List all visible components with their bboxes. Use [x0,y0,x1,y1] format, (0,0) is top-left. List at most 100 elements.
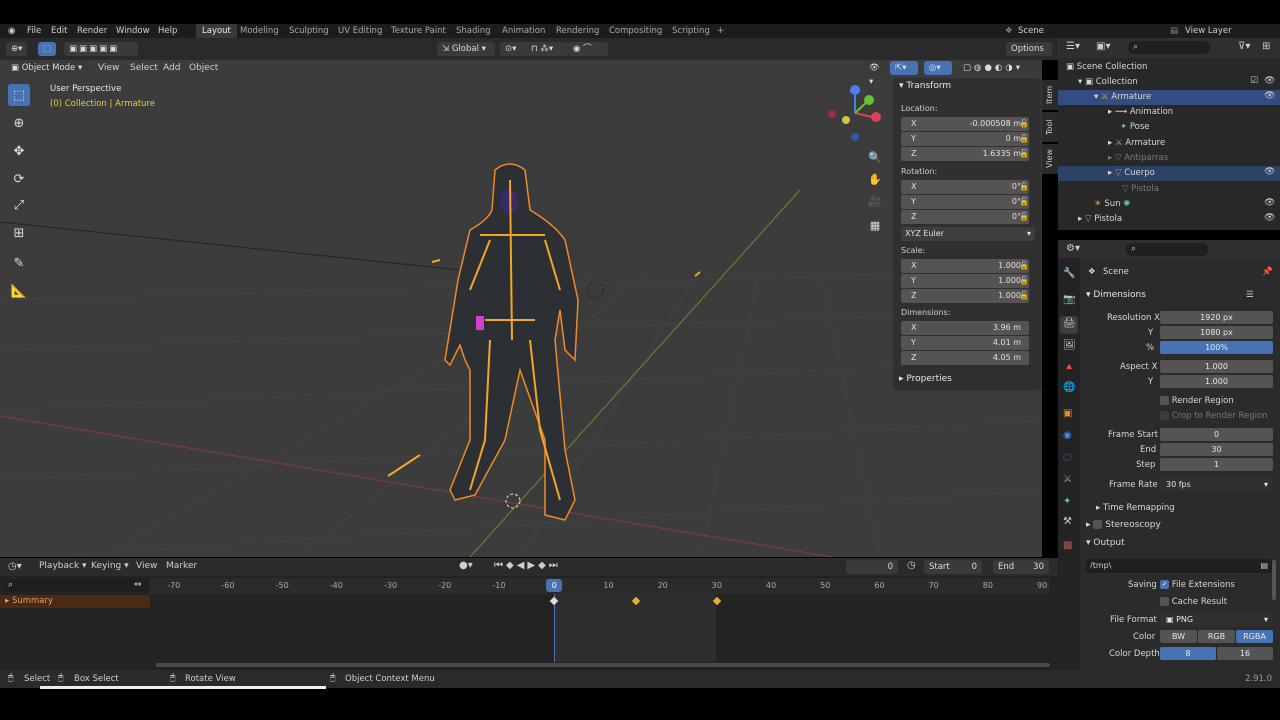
location-z-field[interactable]: Z 1.6335 m [901,147,1029,161]
timeline-editor-icon[interactable]: ◷▾ [8,561,22,572]
outliner-item-pistola[interactable]: ▸ ▽ Pistola [1078,212,1122,227]
workspace-tab-animation[interactable]: Animation [502,24,545,38]
cache-result-checkbox[interactable]: Cache Result [1160,597,1227,607]
ortho-grid-icon[interactable]: ▦ [864,214,886,236]
select-mode-icons[interactable]: ▣▣▣▣▣ [64,42,138,56]
object-tab-icon[interactable]: ▣ [1063,408,1072,419]
frame-rate-dropdown[interactable]: 30 fps ▾ [1160,478,1273,491]
side-tab-item[interactable]: Item [1042,80,1058,110]
color-rgba-button[interactable]: RGBA [1236,630,1273,643]
location-x-field[interactable]: X -0.000508 m [901,117,1029,131]
outliner-item-armature-data[interactable]: ▸ ⚔ Armature [1108,136,1165,151]
rotation-z-field[interactable]: Z 0° [901,210,1029,224]
outliner-item-sun[interactable]: ☀ Sun ✺ [1094,197,1130,212]
eye-icon[interactable]: 👁 [1264,91,1275,101]
tool-tab-icon[interactable]: 🔧 [1063,268,1075,279]
properties-scrollbar[interactable] [1272,560,1276,600]
navigation-gizmo[interactable] [824,82,886,144]
workspace-tab-layout[interactable]: Layout [196,24,237,38]
render-region-checkbox[interactable]: Render Region [1160,396,1234,406]
start-frame-field[interactable]: Start 0 [924,560,982,574]
properties-editor-icon[interactable]: ⚙▾ [1066,243,1080,254]
select-tool-icon[interactable]: ⬚ [38,42,57,56]
texture-tab-icon[interactable]: ▩ [1063,540,1072,551]
scene-tab-icon[interactable]: 🔺 [1063,362,1075,373]
output-panel-header[interactable]: ▾ Output [1086,538,1125,548]
overlay-toggle-icon[interactable]: ◎▾ [924,61,952,75]
outliner-item-armature-selected[interactable]: ▾ ⚔ Armature [1058,90,1280,105]
zoom-icon[interactable]: 🔍 [864,146,886,168]
lock-icon[interactable]: 🔓 [1019,149,1029,159]
workspace-tab-rendering[interactable]: Rendering [556,24,599,38]
physics-tab-icon[interactable]: ◌ [1063,452,1072,463]
menu-window[interactable]: Window [116,24,150,38]
presets-icon[interactable]: ☰ [1246,290,1254,300]
outliner-item-collection[interactable]: ▾ ▣ Collection [1078,75,1138,90]
lock-icon[interactable]: 🔓 [1019,134,1029,144]
editor-type-icon[interactable]: ⊕▾ [6,42,28,56]
swap-icon[interactable]: ⇔ [134,580,142,590]
outliner-item-pose[interactable]: ✦ Pose [1120,120,1150,135]
view-layer-name[interactable]: View Layer [1185,24,1232,38]
workspace-tab-sculpting[interactable]: Sculpting [289,24,329,38]
end-frame-field[interactable]: End 30 [993,560,1049,574]
scale-y-field[interactable]: Y 1.000 [901,274,1029,288]
options-dropdown[interactable]: Options ▾ [1006,42,1052,68]
output-tab-icon[interactable]: 🖨 [1060,316,1078,334]
time-remapping-header[interactable]: ▸ Time Remapping [1096,503,1175,513]
eye-icon[interactable]: 👁 [1264,198,1275,208]
view-layer-icon[interactable]: ▤ [1170,24,1178,38]
rotation-y-field[interactable]: Y 0° [901,195,1029,209]
camera-icon[interactable]: 🎥 [864,190,886,212]
outliner-item-cuerpo[interactable]: ▸ ▽ Cuerpo [1058,166,1280,181]
playback-controls-icons[interactable]: ⏮◆◀▶◆⏭ [494,560,561,571]
stereoscopy-header[interactable]: ▸ Stereoscopy [1086,520,1161,530]
object-mode-dropdown[interactable]: ▣ Object Mode ▾ [6,61,90,75]
color-bw-button[interactable]: BW [1160,630,1197,643]
crop-region-checkbox[interactable]: Crop to Render Region [1160,411,1268,421]
transform-panel-header[interactable]: ▾ Transform [899,81,951,91]
outliner-scene-collection[interactable]: ▣ Scene Collection [1066,60,1147,75]
display-mode-icon[interactable]: ▣▾ [1096,41,1110,52]
file-format-dropdown[interactable]: ▣ PNG ▾ [1160,613,1273,626]
properties-panel-header[interactable]: ▸ Properties [899,374,952,384]
snap-icon[interactable]: ⊓ ⁂▾ [526,42,568,56]
dimensions-x-field[interactable]: X 3.96 m [901,321,1029,335]
resolution-x-field[interactable]: 1920 px [1160,311,1273,324]
workspace-tab-scripting[interactable]: Scripting [672,24,710,38]
filter-icon[interactable]: ⊽▾ [1238,41,1250,52]
world-tab-icon[interactable]: 🌐 [1063,382,1075,393]
menu-select[interactable]: Select [130,61,158,75]
properties-search-input[interactable]: ⌕ [1126,243,1208,256]
menu-edit[interactable]: Edit [51,24,67,38]
eye-icon[interactable]: 👁 [1264,167,1275,177]
render-tab-icon[interactable]: 📷 [1063,294,1075,305]
outliner-item-antiparras[interactable]: ▸ ▽ Antiparras [1108,151,1168,166]
outliner-item-pistola-child[interactable]: ▽ Pistola [1122,182,1159,197]
aspect-x-field[interactable]: 1.000 [1160,360,1273,373]
keying-menu[interactable]: Keying ▾ [91,561,129,571]
rotation-x-field[interactable]: X 0° [901,180,1029,194]
dimensions-y-field[interactable]: Y 4.01 m [901,336,1029,350]
pan-hand-icon[interactable]: ✋ [864,168,886,190]
lock-icon[interactable]: 🔓 [1019,197,1029,207]
eye-icon[interactable]: 👁 [1264,213,1275,223]
menu-render[interactable]: Render [77,24,107,38]
modifier-tab-icon[interactable]: ◉ [1063,430,1072,441]
pin-icon[interactable]: 📌 [1262,267,1273,277]
new-collection-icon[interactable]: ⊞ [1262,41,1270,52]
dimensions-panel-header[interactable]: ▾ Dimensions [1086,290,1146,300]
resolution-y-field[interactable]: 1080 px [1160,326,1273,339]
shading-mode-icons[interactable]: ▢◍●◐◑▾ [958,61,1042,75]
bone-tab-icon[interactable]: ⚒ [1063,516,1072,527]
marker-menu[interactable]: Marker [166,561,197,571]
side-tab-view[interactable]: View [1042,144,1058,174]
menu-file[interactable]: File [27,24,41,38]
side-tab-tool[interactable]: Tool [1042,112,1058,142]
color-depth-16-button[interactable]: 16 [1217,647,1273,660]
folder-icon[interactable]: ▤ [1260,559,1268,573]
timeline-view-menu[interactable]: View [136,561,157,571]
aspect-y-field[interactable]: 1.000 [1160,375,1273,388]
outliner-search-input[interactable]: ⌕ [1128,41,1210,54]
file-extensions-checkbox[interactable]: ✓ File Extensions [1160,580,1235,590]
